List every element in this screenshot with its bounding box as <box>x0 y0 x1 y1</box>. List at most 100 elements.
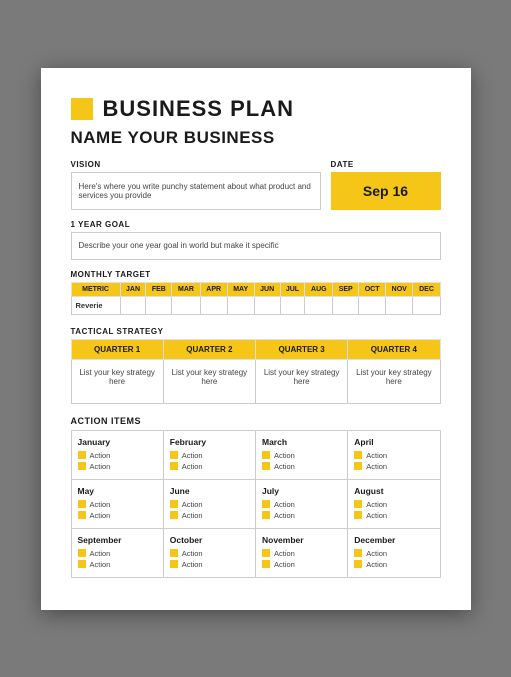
action-item: Action <box>78 451 157 460</box>
action-month-name: November <box>262 535 341 545</box>
goal-input[interactable]: Describe your one year goal in world but… <box>71 232 441 260</box>
tactical-table: Quarter 1 Quarter 2 Quarter 3 Quarter 4 … <box>71 339 441 404</box>
action-item-text: Action <box>182 451 203 460</box>
action-section: ACTION ITEMS JanuaryActionActionFebruary… <box>71 416 441 578</box>
q4-header: Quarter 4 <box>348 339 440 359</box>
goal-section: 1 YEAR GOAL Describe your one year goal … <box>71 220 441 260</box>
header-icon <box>71 98 93 120</box>
action-item: Action <box>170 462 249 471</box>
col-jan: Jan <box>120 282 146 296</box>
action-cell-april: AprilActionAction <box>348 431 440 480</box>
col-jul: Jul <box>280 282 305 296</box>
action-item-text: Action <box>274 549 295 558</box>
q2-header: Quarter 2 <box>163 339 255 359</box>
action-bullet-icon <box>354 451 362 459</box>
date-block: DATE Sep 16 <box>331 160 441 210</box>
q1-header: Quarter 1 <box>71 339 163 359</box>
metric-name: Reverie <box>71 296 120 314</box>
goal-text: Describe your one year goal in world but… <box>79 241 279 250</box>
col-nov: Nov <box>386 282 413 296</box>
tactical-section: TACTICAL STRATEGY Quarter 1 Quarter 2 Qu… <box>71 327 441 404</box>
q2-strategy: List your key strategy here <box>163 359 255 403</box>
tactical-header-row: Quarter 1 Quarter 2 Quarter 3 Quarter 4 <box>71 339 440 359</box>
action-month-name: September <box>78 535 157 545</box>
action-bullet-icon <box>78 511 86 519</box>
action-item: Action <box>262 511 341 520</box>
action-item: Action <box>262 462 341 471</box>
action-cell-december: DecemberActionAction <box>348 529 440 578</box>
action-item-text: Action <box>274 462 295 471</box>
action-bullet-icon <box>78 560 86 568</box>
action-cell-january: January Action Action <box>72 431 164 480</box>
date-label: DATE <box>331 160 441 169</box>
tactical-body-row: List your key strategy here List your ke… <box>71 359 440 403</box>
action-item: Action <box>262 549 341 558</box>
action-item: Action <box>78 511 157 520</box>
header: BUSINESS PLAN <box>71 96 441 122</box>
action-item-text: Action <box>274 511 295 520</box>
action-bullet-icon <box>354 511 362 519</box>
action-item: Action <box>262 451 341 460</box>
action-item-text: Action <box>90 462 111 471</box>
action-item: Action <box>354 451 433 460</box>
dec-val <box>413 296 440 314</box>
action-bullet-icon <box>78 451 86 459</box>
action-bullet-icon <box>262 549 270 557</box>
action-item-text: Action <box>90 560 111 569</box>
action-item-text: Action <box>366 560 387 569</box>
action-month-name: August <box>354 486 433 496</box>
action-grid: JanuaryActionActionFebruaryActionActionM… <box>71 430 441 578</box>
q1-strategy: List your key strategy here <box>71 359 163 403</box>
action-item-text: Action <box>90 549 111 558</box>
monthly-header-row: Metric Jan Feb Mar Apr May Jun Jul Aug S… <box>71 282 440 296</box>
action-item: Action <box>170 500 249 509</box>
action-bullet-icon <box>354 500 362 508</box>
action-title: ACTION ITEMS <box>71 416 441 426</box>
action-item-text: Action <box>274 451 295 460</box>
action-month-name: January <box>78 437 157 447</box>
action-item: Action <box>354 549 433 558</box>
oct-val <box>359 296 386 314</box>
action-item-text: Action <box>182 511 203 520</box>
action-item: Action <box>78 549 157 558</box>
action-month-name: May <box>78 486 157 496</box>
action-item: Action <box>170 451 249 460</box>
monthly-label: MONTHLY TARGET <box>71 270 441 279</box>
action-bullet-icon <box>170 549 178 557</box>
col-oct: Oct <box>359 282 386 296</box>
action-item: Action <box>78 500 157 509</box>
action-item-text: Action <box>90 500 111 509</box>
action-item-text: Action <box>274 500 295 509</box>
q4-strategy: List your key strategy here <box>348 359 440 403</box>
date-value: Sep 16 <box>331 172 441 210</box>
action-cell-september: September Action Action <box>72 529 164 578</box>
action-item: Action <box>170 549 249 558</box>
action-cell-august: August Action Action <box>348 480 440 529</box>
action-item: Action <box>354 560 433 569</box>
vision-text: Here's where you write punchy statement … <box>79 182 313 200</box>
action-bullet-icon <box>170 462 178 470</box>
action-item: Action <box>354 500 433 509</box>
action-cell-october: October Action Action <box>164 529 256 578</box>
action-bullet-icon <box>170 500 178 508</box>
action-item: Action <box>170 560 249 569</box>
action-cell-may: May Action Action <box>72 480 164 529</box>
business-name: NAME YOUR BUSINESS <box>71 128 441 148</box>
action-month-name: February <box>170 437 249 447</box>
monthly-data-row: Reverie <box>71 296 440 314</box>
mar-val <box>172 296 200 314</box>
action-item-text: Action <box>366 511 387 520</box>
vision-input[interactable]: Here's where you write punchy statement … <box>71 172 321 210</box>
action-bullet-icon <box>354 462 362 470</box>
action-item: Action <box>354 511 433 520</box>
action-item-text: Action <box>366 462 387 471</box>
action-cell-february: February Action Action <box>164 431 256 480</box>
col-mar: Mar <box>172 282 200 296</box>
action-bullet-icon <box>354 549 362 557</box>
q3-header: Quarter 3 <box>256 339 348 359</box>
action-month-name: October <box>170 535 249 545</box>
col-dec: Dec <box>413 282 440 296</box>
may-val <box>227 296 254 314</box>
action-bullet-icon <box>262 511 270 519</box>
action-bullet-icon <box>170 560 178 568</box>
